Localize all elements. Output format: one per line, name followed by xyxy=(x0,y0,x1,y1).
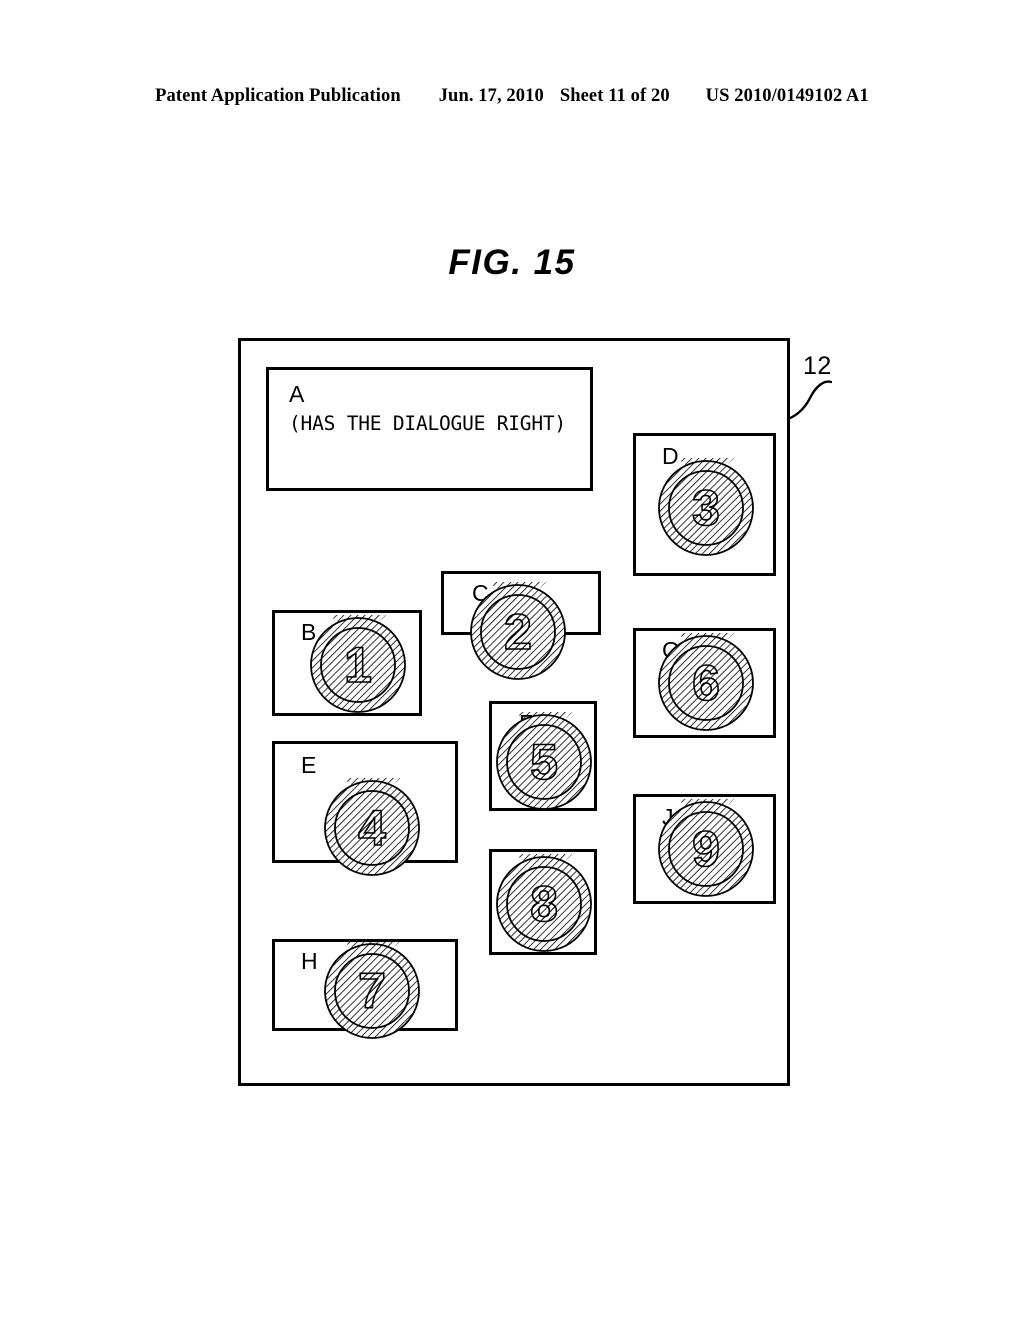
window-b[interactable]: B xyxy=(272,610,422,716)
window-f-label: F xyxy=(519,710,534,736)
window-j-label: J xyxy=(662,804,674,830)
window-c[interactable]: C xyxy=(441,571,601,635)
publication-label: Patent Application Publication xyxy=(155,86,401,106)
window-a-caption: (HAS THE DIALOGUE RIGHT) xyxy=(289,412,566,435)
window-i[interactable]: I xyxy=(489,849,597,955)
window-i-label: I xyxy=(521,858,528,884)
window-h[interactable]: H xyxy=(272,939,458,1031)
window-a-label: A xyxy=(289,381,305,407)
publication-date: Jun. 17, 2010 xyxy=(438,86,544,106)
reference-numeral-12: 12 xyxy=(803,352,832,380)
window-g[interactable]: G xyxy=(633,628,776,738)
window-a-dialogue-box[interactable]: A (HAS THE DIALOGUE RIGHT) xyxy=(266,367,593,491)
screen-frame: A (HAS THE DIALOGUE RIGHT) D C B G F E J… xyxy=(238,338,790,1086)
window-g-label: G xyxy=(662,637,680,663)
window-e[interactable]: E xyxy=(272,741,458,863)
window-h-label: H xyxy=(301,948,318,974)
window-e-label: E xyxy=(301,752,317,778)
sheet-number: Sheet 11 of 20 xyxy=(559,86,670,106)
window-a-text: A (HAS THE DIALOGUE RIGHT) xyxy=(289,380,566,438)
window-b-label: B xyxy=(301,619,317,645)
window-f[interactable]: F xyxy=(489,701,597,811)
publication-header: Patent Application Publication Jun. 17, 2… xyxy=(0,86,1024,107)
window-j[interactable]: J xyxy=(633,794,776,904)
window-d-label: D xyxy=(662,443,679,469)
window-d[interactable]: D xyxy=(633,433,776,576)
patent-number: US 2010/0149102 A1 xyxy=(705,86,869,106)
window-c-label: C xyxy=(472,580,489,606)
figure-title: FIG. 15 xyxy=(448,243,576,282)
